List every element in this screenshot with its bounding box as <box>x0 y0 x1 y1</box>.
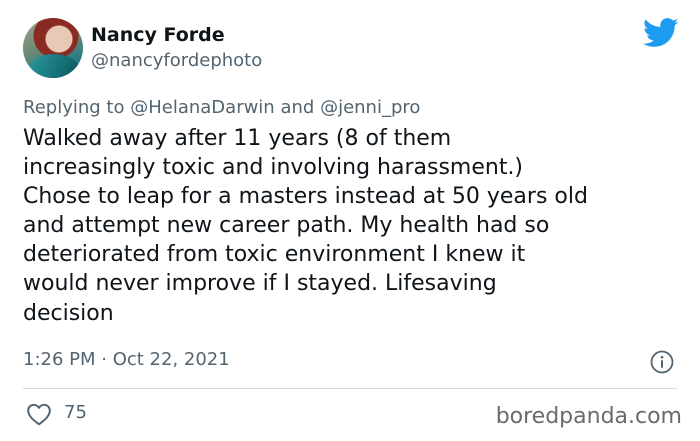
tweet-line: decision <box>23 300 114 326</box>
tweet-line: increasingly toxic and involving harassm… <box>23 155 524 181</box>
twitter-bird-icon[interactable] <box>643 18 679 48</box>
divider <box>23 388 677 389</box>
mention-link-1[interactable]: @HelanaDarwin <box>130 97 275 118</box>
tweet-line: and attempt new career path. My health h… <box>23 213 550 239</box>
mention-link-2[interactable]: @jenni_pro <box>320 97 420 118</box>
tweet-line: Walked away after 11 years (8 of them <box>23 126 452 151</box>
avatar[interactable] <box>23 18 83 78</box>
replying-prefix: Replying to <box>23 97 125 118</box>
heart-icon[interactable] <box>26 402 52 426</box>
tweet-line: would never improve if I stayed. Lifesav… <box>23 271 497 297</box>
replying-conjunction: and <box>280 97 315 118</box>
author-name[interactable]: Nancy Forde <box>91 23 225 47</box>
tweet-line: deteriorated from toxic environment I kn… <box>23 242 526 268</box>
replying-to: Replying to @HelanaDarwin and @jenni_pro <box>23 97 420 119</box>
watermark: boredpanda.com <box>495 404 682 429</box>
tweet-text: Walked away after 11 years (8 of them in… <box>23 124 683 328</box>
tweet-timestamp[interactable]: 1:26 PM · Oct 22, 2021 <box>23 349 230 371</box>
tweet-line: Chose to leap for a masters instead at 5… <box>23 184 588 210</box>
avatar-scarf <box>29 54 79 78</box>
like-count: 75 <box>64 402 87 423</box>
author-handle[interactable]: @nancyfordephoto <box>91 50 262 72</box>
info-icon[interactable] <box>650 350 674 374</box>
